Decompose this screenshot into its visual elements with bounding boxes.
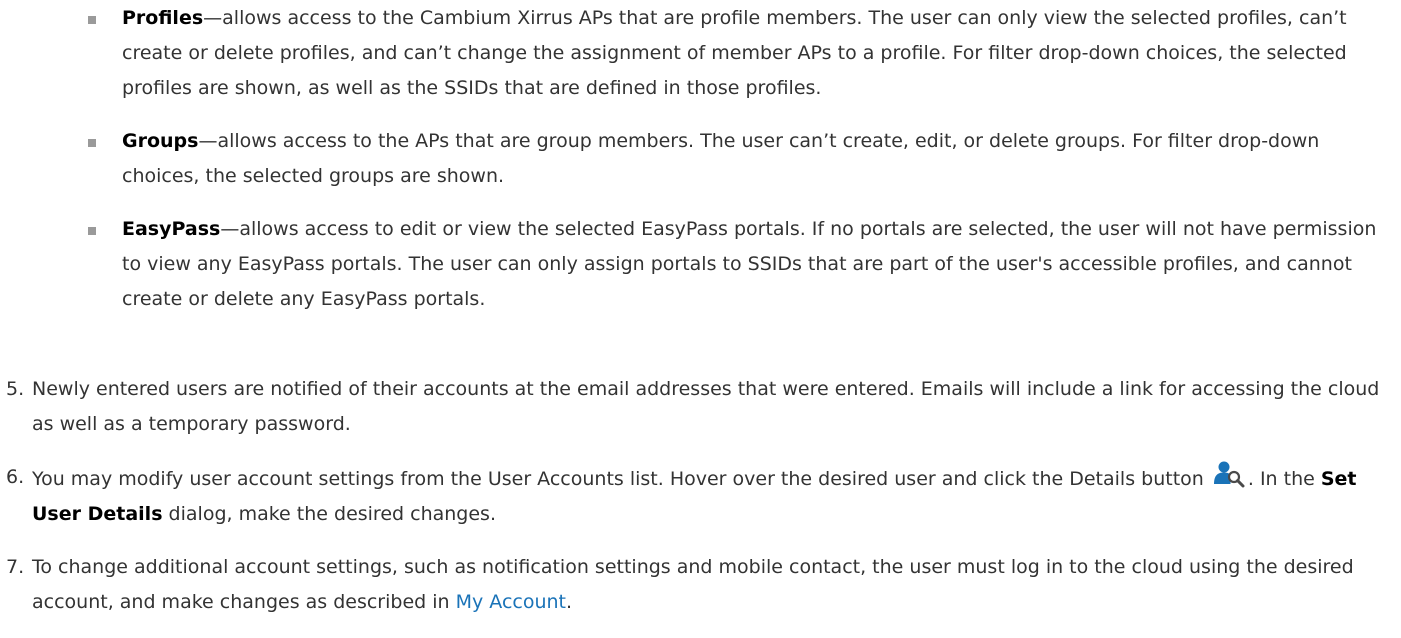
step-text-a: To change additional account settings, s… xyxy=(32,556,1354,613)
my-account-link[interactable]: My Account xyxy=(456,591,566,613)
user-search-icon xyxy=(1212,460,1246,488)
list-item-profiles: Profiles—allows access to the Cambium Xi… xyxy=(0,0,1401,106)
step-number: 5. xyxy=(6,378,25,400)
term-profiles: Profiles xyxy=(122,7,204,29)
term-easypass: EasyPass xyxy=(122,218,221,240)
square-bullet-icon xyxy=(88,16,96,24)
square-bullet-icon xyxy=(88,139,96,147)
user-search-icon-graphic xyxy=(1213,461,1245,488)
description-easypass: —allows access to edit or view the selec… xyxy=(122,218,1377,310)
term-groups: Groups xyxy=(122,130,199,152)
step-text-a: You may modify user account settings fro… xyxy=(32,468,1210,490)
description-profiles: —allows access to the Cambium Xirrus APs… xyxy=(122,7,1347,99)
square-bullet-icon xyxy=(88,227,96,235)
document-page: Profiles—allows access to the Cambium Xi… xyxy=(0,0,1401,613)
step-text: Newly entered users are notified of thei… xyxy=(32,378,1380,435)
step-number: 7. xyxy=(6,556,25,578)
step-7: 7. To change additional account settings… xyxy=(0,550,1401,620)
step-text-c: dialog, make the desired changes. xyxy=(162,503,496,525)
description-groups: —allows access to the APs that are group… xyxy=(122,130,1320,187)
step-text-b: . In the xyxy=(1247,468,1321,490)
step-5: 5. Newly entered users are notified of t… xyxy=(0,372,1401,442)
step-number: 6. xyxy=(6,466,25,488)
step-text-b: . xyxy=(566,591,573,613)
numbered-steps: 5. Newly entered users are notified of t… xyxy=(0,372,1401,638)
step-6: 6. You may modify user account settings … xyxy=(0,460,1401,532)
list-item-groups: Groups—allows access to the APs that are… xyxy=(0,124,1401,194)
role-scope-list: Profiles—allows access to the Cambium Xi… xyxy=(0,0,1401,335)
list-item-easypass: EasyPass—allows access to edit or view t… xyxy=(0,212,1401,317)
